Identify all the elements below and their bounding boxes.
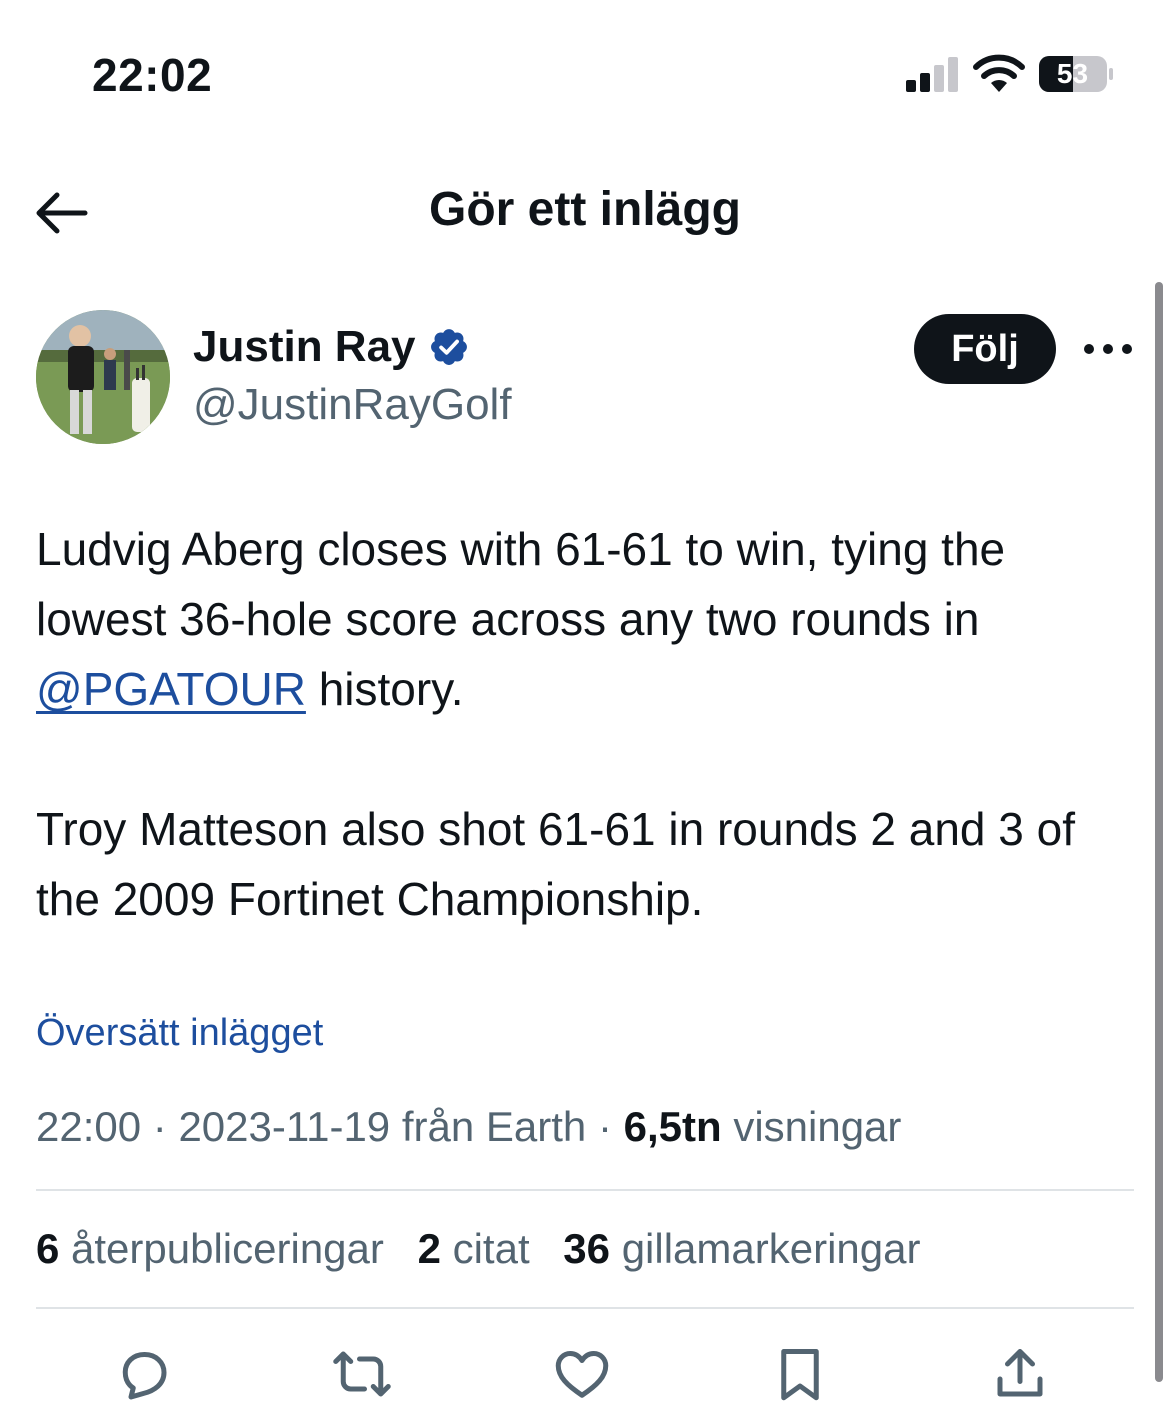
follow-button[interactable]: Följ	[914, 314, 1056, 384]
views-count: 6,5tn	[623, 1103, 722, 1150]
translate-post-link[interactable]: Översätt inlägget	[36, 1012, 323, 1055]
scroll-indicator[interactable]	[1155, 282, 1163, 1382]
author-name[interactable]: Justin Ray	[193, 322, 470, 372]
tweet-meta: 22:00 · 2023-11-19 från Earth · 6,5tn vi…	[36, 1103, 902, 1150]
battery-icon: 53	[1038, 55, 1114, 93]
page-title: Gör ett inlägg	[429, 183, 741, 236]
author-handle[interactable]: @JustinRayGolf	[193, 380, 512, 430]
status-bar: 22:02 53	[0, 0, 1170, 150]
reply-button[interactable]	[112, 1342, 176, 1406]
share-upload-icon	[997, 1349, 1043, 1397]
wifi-icon	[973, 54, 1025, 92]
action-bar	[0, 1338, 1170, 1409]
reposts-count: 6	[36, 1225, 60, 1272]
comment-bubble-icon	[122, 1352, 167, 1400]
like-button[interactable]	[550, 1342, 614, 1406]
tweet-source: från Earth	[401, 1103, 587, 1150]
divider	[36, 1307, 1134, 1309]
more-horizontal-icon[interactable]	[1084, 332, 1132, 366]
engagement-stats: 6 återpubliceringar 2 citat 36 gillamark…	[36, 1225, 942, 1273]
tweet-time[interactable]: 22:00	[36, 1103, 141, 1150]
reposts-stat[interactable]: 6 återpubliceringar	[36, 1225, 384, 1273]
share-button[interactable]	[988, 1342, 1052, 1406]
mention-link-pgatour[interactable]: @PGATOUR	[36, 663, 306, 715]
likes-stat[interactable]: 36 gillamarkeringar	[563, 1225, 920, 1273]
bookmark-icon	[781, 1349, 819, 1401]
tweet-paragraph-1-text: Ludvig Aberg closes with 61-61 to win, t…	[36, 523, 1006, 645]
battery-level: 53	[1056, 58, 1089, 89]
reposts-label: återpubliceringar	[71, 1225, 384, 1272]
quotes-count: 2	[417, 1225, 441, 1272]
repost-arrows-icon	[333, 1351, 391, 1397]
likes-label: gillamarkeringar	[621, 1225, 921, 1272]
status-time: 22:02	[92, 49, 213, 101]
author-name-text: Justin Ray	[193, 322, 416, 371]
heart-icon	[555, 1351, 609, 1398]
tweet-paragraph-1-tail: history.	[318, 663, 464, 715]
quotes-stat[interactable]: 2 citat	[418, 1225, 530, 1273]
tweet-header: Justin Ray @JustinRayGolf Följ	[36, 308, 1136, 448]
tweet-text: Ludvig Aberg closes with 61-61 to win, t…	[36, 514, 1141, 934]
bookmark-button[interactable]	[768, 1342, 832, 1406]
repost-button[interactable]	[330, 1342, 394, 1406]
quotes-label: citat	[452, 1225, 530, 1272]
verified-badge-icon	[430, 329, 467, 365]
tweet-paragraph-1: Ludvig Aberg closes with 61-61 to win, t…	[36, 514, 1141, 724]
likes-count: 36	[563, 1225, 611, 1272]
cellular-signal-icon	[906, 57, 958, 92]
views-label: visningar	[733, 1103, 902, 1150]
nav-bar: Gör ett inlägg	[0, 160, 1170, 260]
avatar[interactable]	[36, 310, 170, 444]
tweet-paragraph-2: Troy Matteson also shot 61-61 in rounds …	[36, 803, 1076, 925]
tweet-date[interactable]: 2023-11-19	[178, 1103, 390, 1150]
divider	[36, 1189, 1134, 1191]
